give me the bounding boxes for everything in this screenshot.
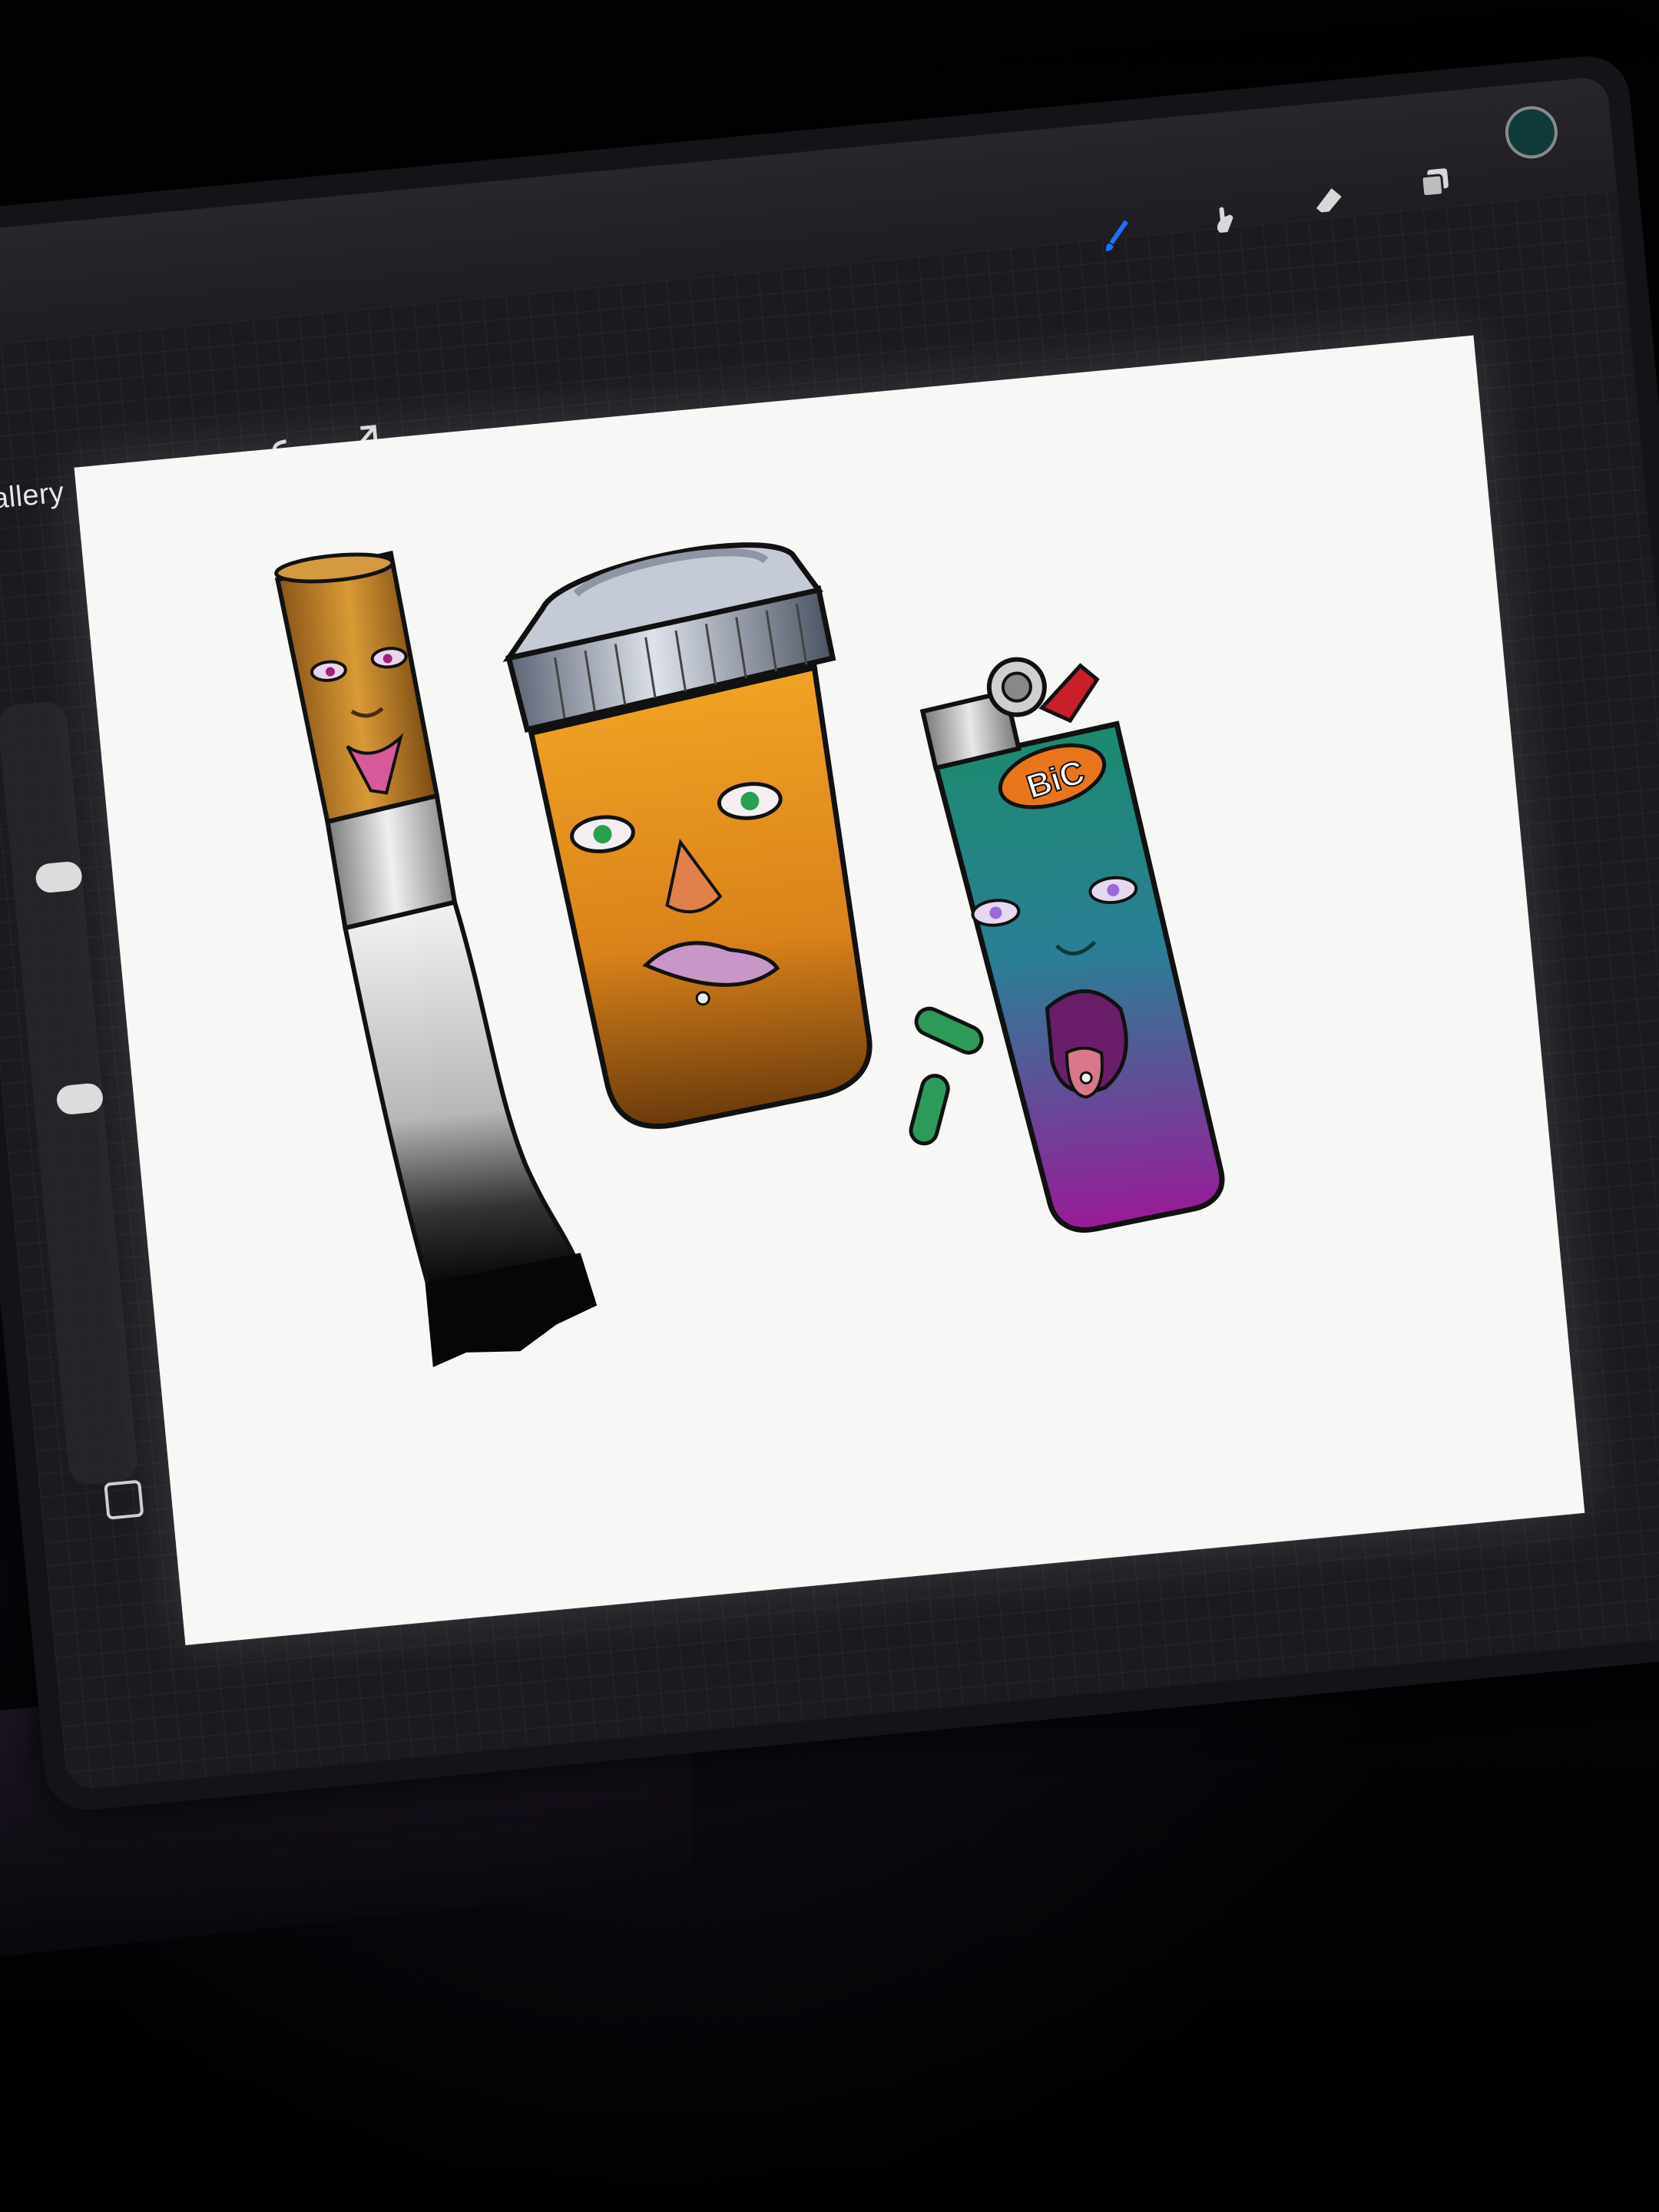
gallery-button[interactable]: Gallery [0,476,65,518]
opacity-slider-knob[interactable] [55,1082,104,1116]
layers-icon[interactable] [1411,158,1461,208]
lighter-character: BiC [919,657,1225,1233]
green-pills [909,1006,984,1146]
artwork: BiC [274,542,1225,1368]
modify-button[interactable] [104,1479,144,1520]
procreate-screen: Gallery BiC [0,75,1659,1791]
eraser-icon[interactable] [1304,176,1354,226]
brush-icon[interactable] [1092,211,1142,261]
tablet-device: Gallery BiC [0,52,1659,1814]
pill-bottle-character [502,542,873,1129]
size-slider-knob[interactable] [34,860,84,894]
smudge-icon[interactable] [1198,194,1248,243]
drawing-canvas[interactable]: BiC [74,335,1585,1645]
